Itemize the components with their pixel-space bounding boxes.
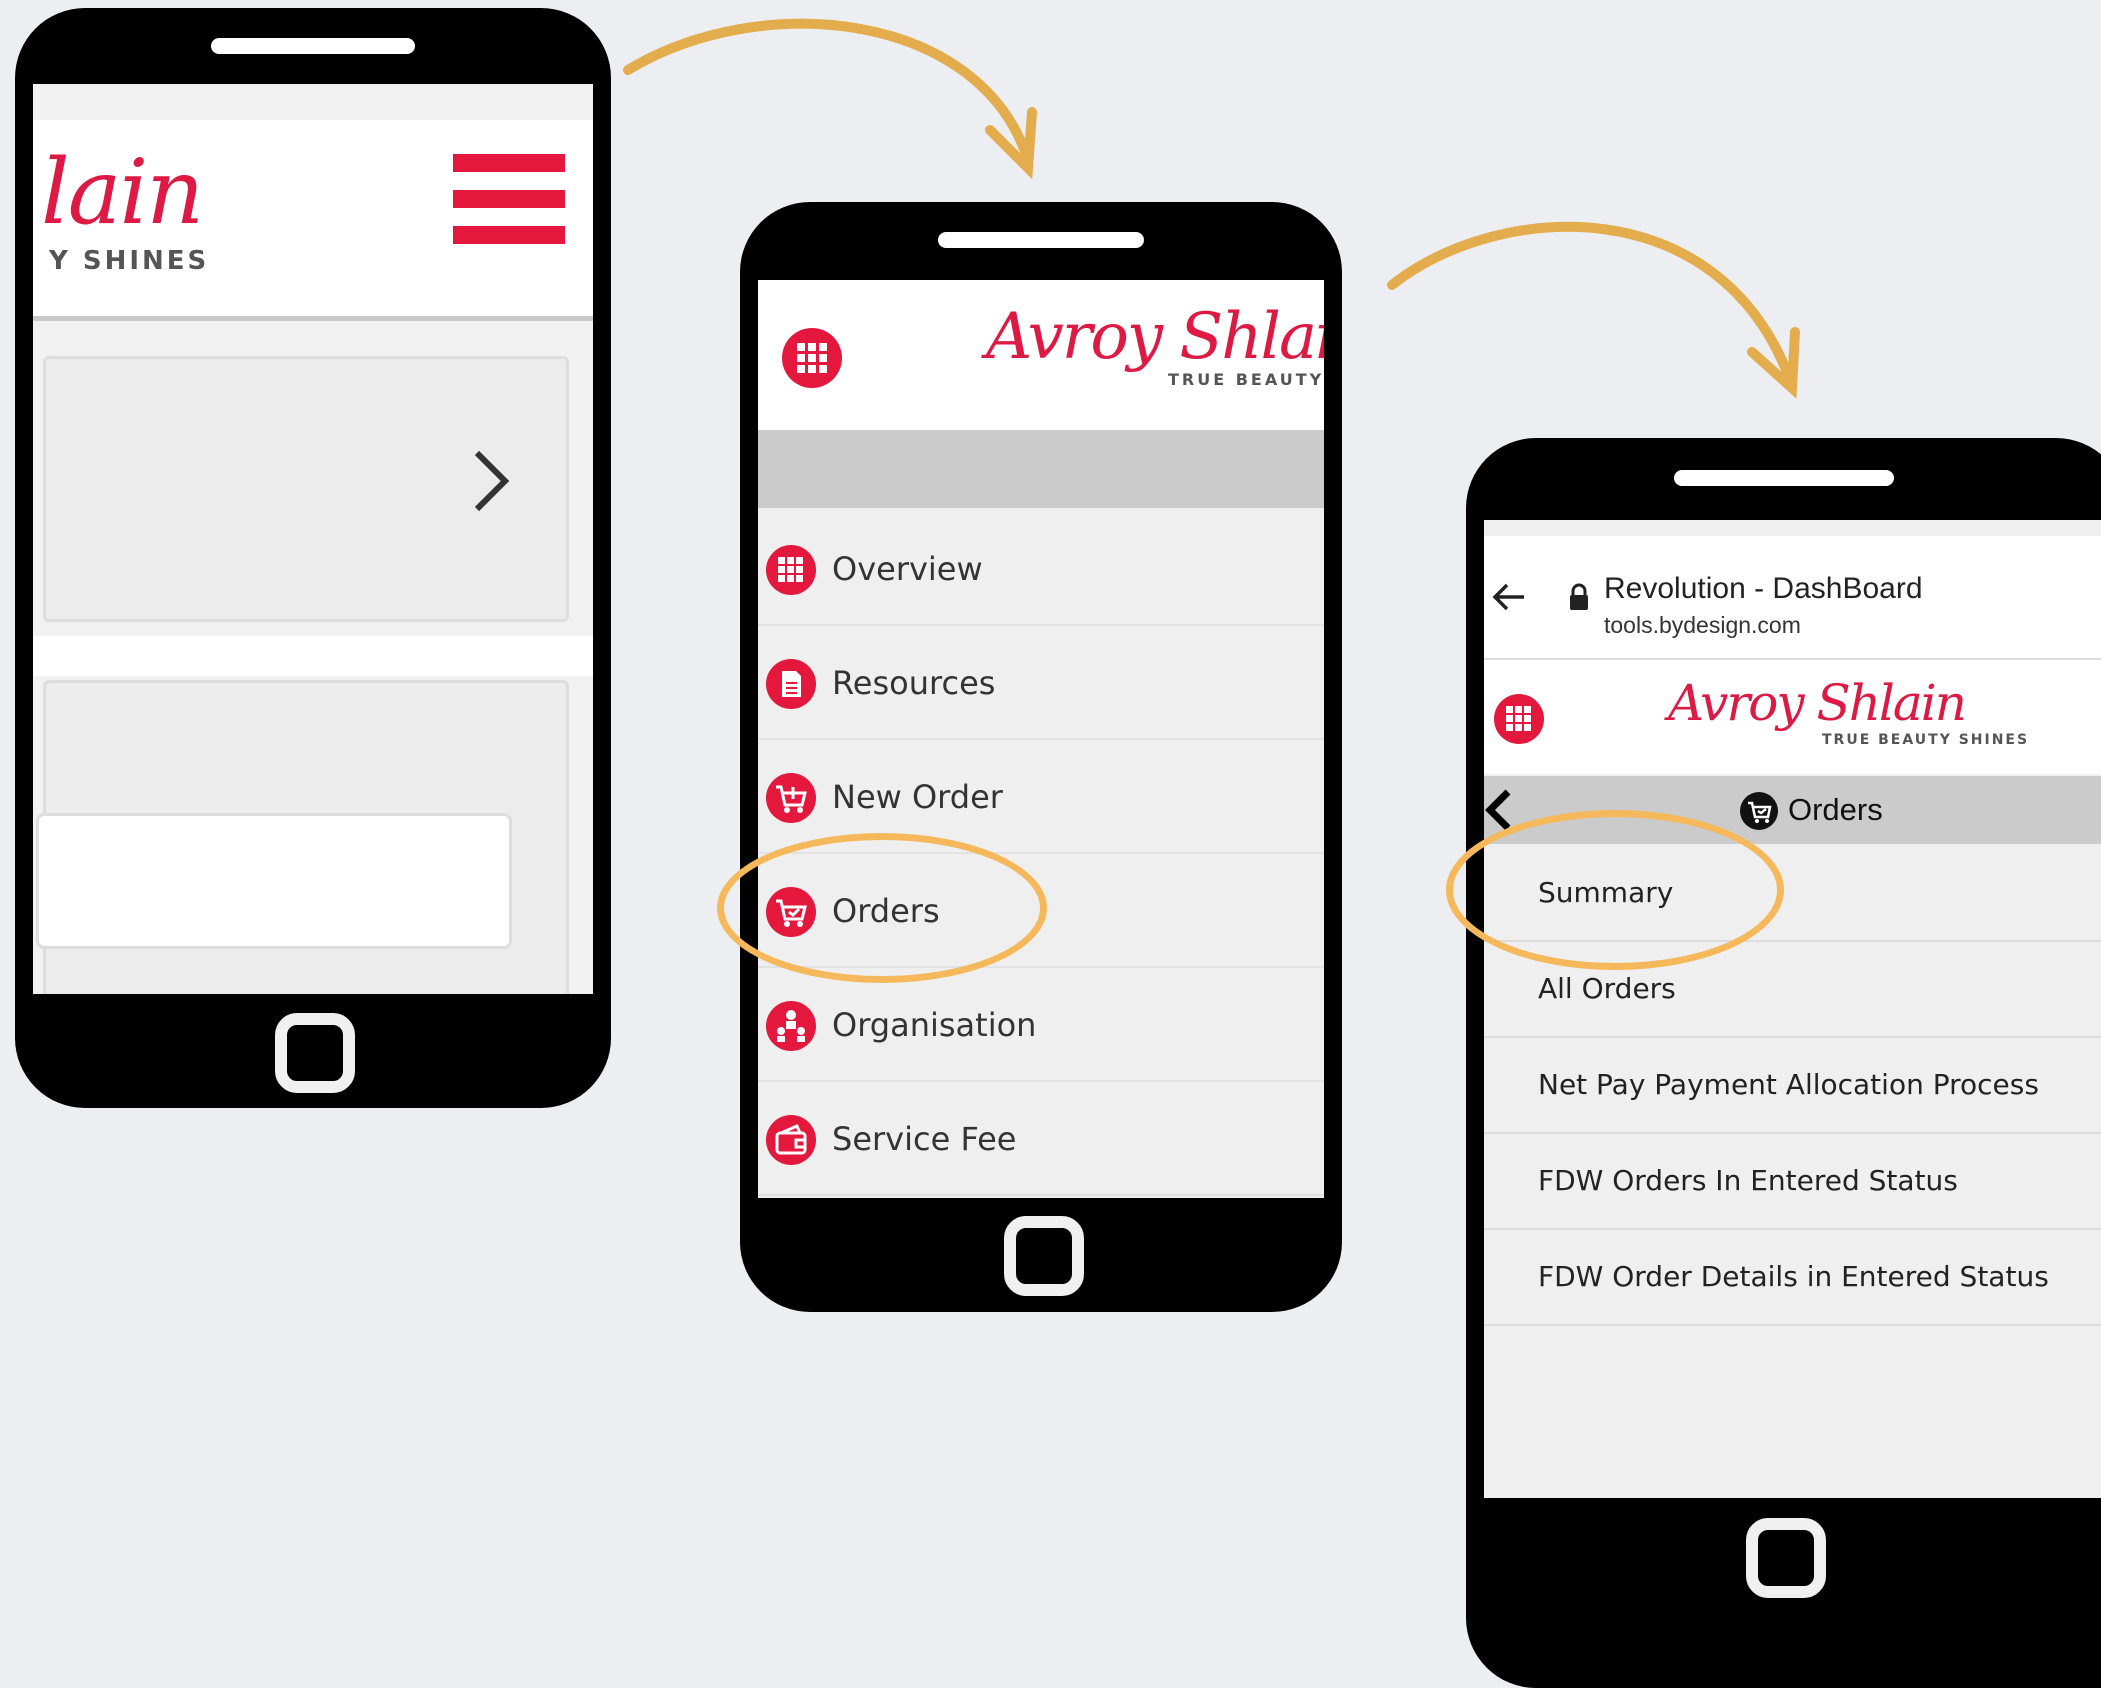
cart-icon bbox=[1748, 801, 1772, 823]
people-icon bbox=[766, 1001, 816, 1051]
phone-speaker bbox=[938, 232, 1144, 248]
menu-item-service-fee[interactable]: Service Fee bbox=[758, 1082, 1324, 1196]
highlight-ellipse-summary bbox=[1446, 810, 1784, 970]
phone-speaker bbox=[211, 38, 415, 54]
cart-plus-icon bbox=[766, 773, 816, 823]
grid-icon bbox=[797, 343, 827, 373]
phone-speaker bbox=[1674, 470, 1894, 486]
submenu-item-net-pay[interactable]: Net Pay Payment Allocation Process bbox=[1484, 1036, 2101, 1134]
back-arrow-icon[interactable] bbox=[1492, 582, 1526, 612]
chevron-left-icon[interactable] bbox=[1484, 788, 1512, 832]
white-strip bbox=[33, 636, 593, 676]
menu-grid-button[interactable] bbox=[782, 328, 842, 388]
grid-icon bbox=[1506, 706, 1531, 731]
phone-1-screen: lain Y SHINES bbox=[33, 84, 593, 994]
phone-3: Revolution - DashBoard tools.bydesign.co… bbox=[1466, 438, 2101, 1688]
submenu-label: FDW Orders In Entered Status bbox=[1538, 1164, 1958, 1197]
home-button[interactable] bbox=[1746, 1518, 1826, 1598]
home-button[interactable] bbox=[1004, 1216, 1084, 1296]
orders-section-icon bbox=[1740, 792, 1778, 830]
card-1[interactable] bbox=[43, 356, 569, 622]
grid-icon bbox=[766, 545, 816, 595]
brand-logo: Avroy Shlain bbox=[1668, 674, 1967, 732]
browser-bar: Revolution - DashBoard tools.bydesign.co… bbox=[1484, 520, 2101, 660]
header-divider-band bbox=[758, 430, 1324, 508]
phone-2-screen: Avroy Shlain TRUE BEAUTY Overview bbox=[758, 280, 1324, 1198]
menu-item-resources[interactable]: Resources bbox=[758, 626, 1324, 740]
chevron-right-icon bbox=[474, 450, 510, 512]
phone-2: Avroy Shlain TRUE BEAUTY Overview bbox=[740, 202, 1342, 1312]
browser-url: tools.bydesign.com bbox=[1604, 612, 1801, 638]
arrow-phone2-to-phone3 bbox=[1387, 221, 1800, 399]
menu-label: Service Fee bbox=[832, 1120, 1017, 1158]
home-button[interactable] bbox=[275, 1013, 355, 1093]
input-box[interactable] bbox=[36, 813, 512, 949]
submenu-item-fdw-orders[interactable]: FDW Orders In Entered Status bbox=[1484, 1132, 2101, 1230]
arrow-phone1-to-phone2 bbox=[623, 18, 1037, 180]
card-2 bbox=[36, 680, 569, 994]
lock-icon bbox=[1570, 583, 1588, 610]
header: lain Y SHINES bbox=[33, 120, 593, 321]
phone-3-screen: Revolution - DashBoard tools.bydesign.co… bbox=[1484, 520, 2101, 1498]
menu-label: Organisation bbox=[832, 1006, 1037, 1044]
hamburger-menu-icon[interactable] bbox=[453, 154, 565, 246]
submenu-label: Net Pay Payment Allocation Process bbox=[1538, 1068, 2039, 1101]
phone-1: lain Y SHINES bbox=[15, 8, 611, 1108]
document-icon bbox=[766, 659, 816, 709]
wallet-icon bbox=[766, 1115, 816, 1165]
menu-label: Resources bbox=[832, 664, 996, 702]
highlight-ellipse-orders bbox=[717, 833, 1047, 983]
menu-item-organisation[interactable]: Organisation bbox=[758, 968, 1324, 1082]
browser-title: Revolution - DashBoard bbox=[1604, 572, 1923, 605]
brand-tagline: TRUE BEAUTY SHINES bbox=[1822, 732, 2030, 748]
menu-item-overview[interactable]: Overview bbox=[758, 512, 1324, 626]
brand-logo: Avroy Shlain bbox=[986, 300, 1324, 374]
brand-tagline: TRUE BEAUTY bbox=[1168, 370, 1324, 389]
submenu-label: FDW Order Details in Entered Status bbox=[1538, 1260, 2049, 1293]
logo-fragment: lain bbox=[41, 140, 204, 245]
menu-grid-button[interactable] bbox=[1494, 694, 1544, 744]
header-bar bbox=[33, 84, 593, 120]
submenu-label: All Orders bbox=[1538, 972, 1676, 1005]
submenu-item-fdw-order-details[interactable]: FDW Order Details in Entered Status bbox=[1484, 1228, 2101, 1326]
top-status-strip bbox=[1484, 520, 2101, 536]
menu-label: New Order bbox=[832, 778, 1003, 816]
tagline-fragment: Y SHINES bbox=[49, 246, 210, 276]
header: Avroy Shlain TRUE BEAUTY bbox=[758, 280, 1324, 430]
app-header: Avroy Shlain TRUE BEAUTY SHINES bbox=[1484, 660, 2101, 774]
menu-label: Overview bbox=[832, 550, 983, 588]
section-title: Orders bbox=[1788, 792, 1883, 827]
